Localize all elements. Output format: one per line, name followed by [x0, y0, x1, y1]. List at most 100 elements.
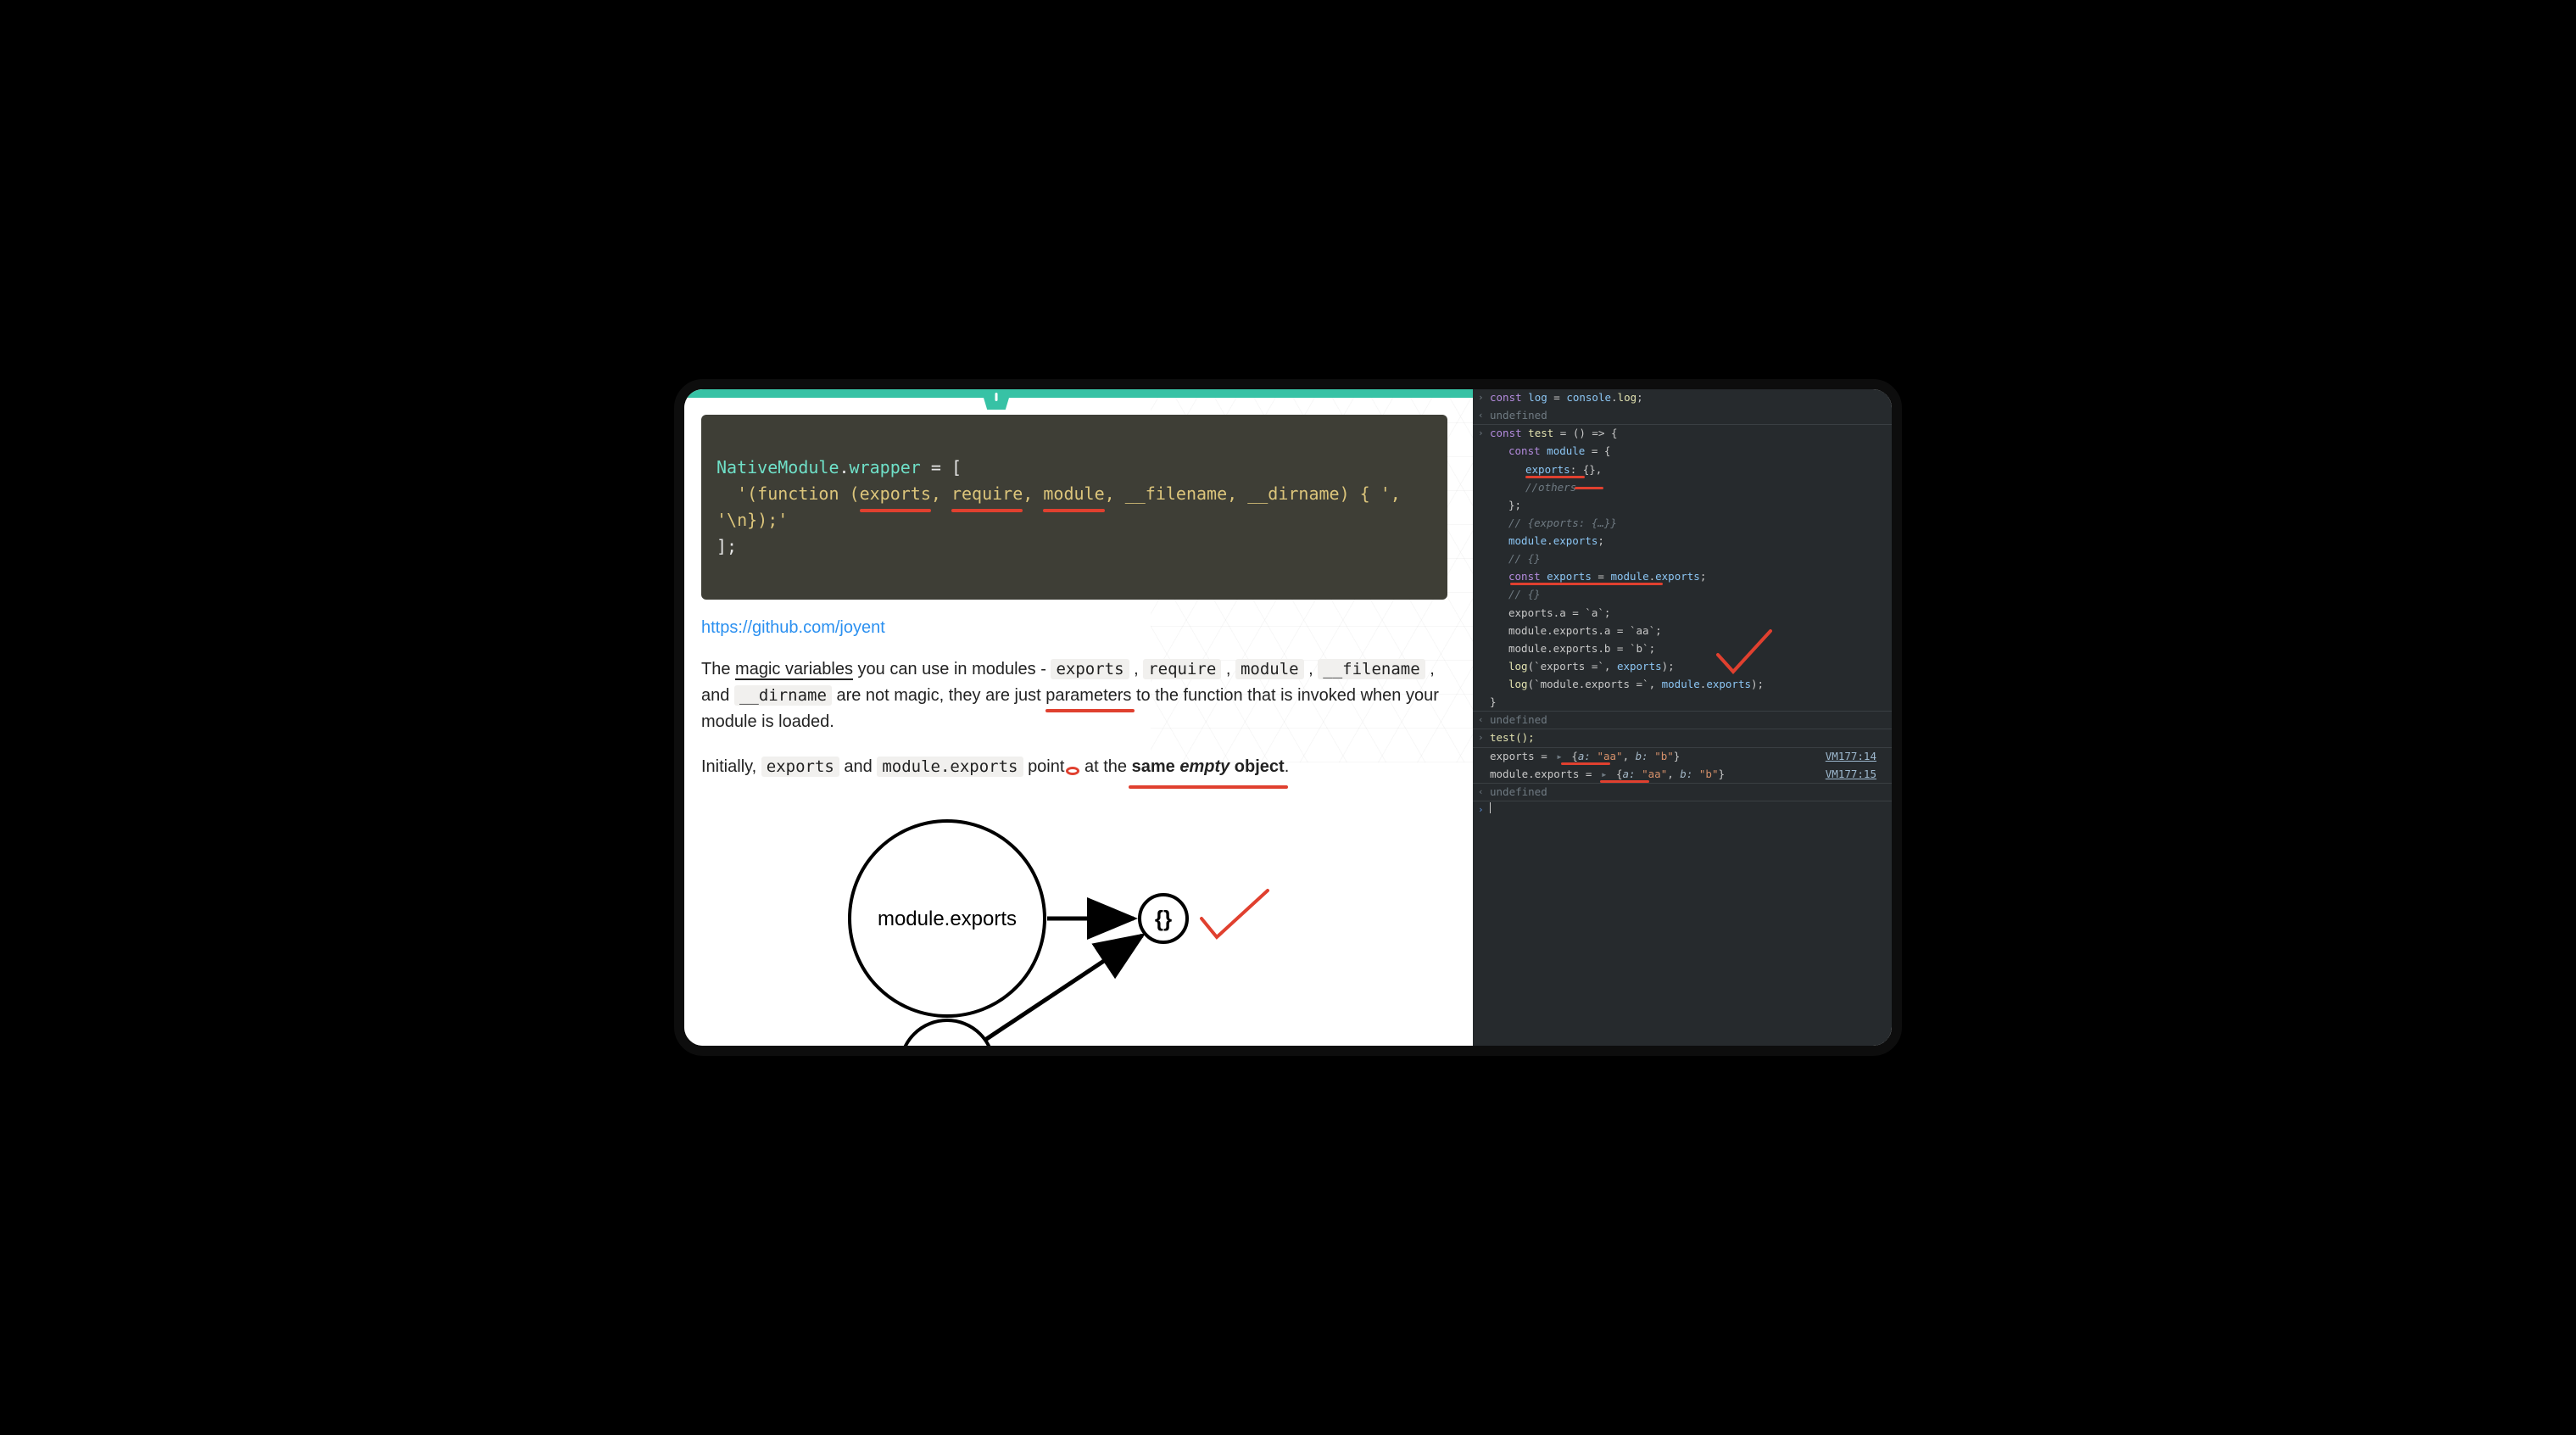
- console-input-line: exports.a = `a`;: [1473, 605, 1892, 623]
- code-chip: require: [1143, 659, 1221, 679]
- tok: .: [1547, 534, 1553, 547]
- object-preview[interactable]: {a: "aa", b: "b"}: [1571, 750, 1680, 762]
- console-input-line: log(`exports =`, exports);: [1473, 658, 1892, 676]
- article-scroll[interactable]: NativeModule.wrapper = [ '(function (exp…: [684, 398, 1473, 1046]
- tok: }: [1490, 695, 1497, 708]
- vm-source-link[interactable]: VM177:14: [1826, 749, 1876, 764]
- code-token: ) { ',: [1340, 483, 1401, 504]
- emphasis-text: same empty object: [1132, 754, 1285, 780]
- code-chip: __dirname: [734, 685, 832, 706]
- devtools-console[interactable]: › const log = console.log; ‹ undefined ›…: [1473, 389, 1892, 1046]
- tok: exports: [1553, 534, 1598, 547]
- underlined-text: magic variables: [735, 660, 853, 680]
- text: at the: [1084, 757, 1132, 776]
- tok: log: [1618, 391, 1637, 404]
- code-token: NativeModule: [716, 457, 839, 477]
- chevron-left-icon: ‹: [1478, 713, 1484, 727]
- red-underline-annotation-icon: [1575, 487, 1603, 489]
- console-input-line: // {}: [1473, 586, 1892, 604]
- tok: exports.a = `a`;: [1508, 606, 1610, 619]
- tok: module: [1547, 444, 1585, 457]
- code-token: ,: [1023, 483, 1043, 504]
- console-output-line: ‹ undefined: [1473, 784, 1892, 801]
- red-underline-annotation-icon: [1561, 762, 1610, 765]
- text: same: [1132, 757, 1180, 776]
- device-frame: NativeModule.wrapper = [ '(function (exp…: [674, 379, 1902, 1056]
- undefined-value: undefined: [1490, 785, 1547, 798]
- diagram-label-empty-object: {}: [1155, 906, 1172, 931]
- console-input-line: module.exports.b = `b`;: [1473, 640, 1892, 658]
- code-token: ,: [1105, 483, 1125, 504]
- console-log-line: VM177:14 exports = ▸ {a: "aa", b: "b"}: [1473, 748, 1892, 766]
- code-token: = [: [921, 457, 962, 477]
- paragraph-2: Initially, exports and module.exports po…: [701, 754, 1447, 780]
- code-token: '\n});': [716, 510, 788, 530]
- log-label: exports =: [1490, 750, 1553, 762]
- tok: };: [1508, 499, 1521, 511]
- object-preview[interactable]: {a: "aa", b: "b"}: [1616, 768, 1725, 780]
- chevron-right-icon: ›: [1478, 391, 1484, 405]
- tok: =: [1592, 570, 1611, 583]
- tok: );: [1662, 660, 1675, 673]
- tok: ;: [1597, 534, 1604, 547]
- red-underline-annotation-icon: [1600, 780, 1649, 783]
- code-token: ,: [1227, 483, 1247, 504]
- tok: const: [1490, 391, 1522, 404]
- code-token: __filename: [1125, 483, 1227, 504]
- tok: const: [1490, 427, 1522, 439]
- text: empty: [1179, 757, 1229, 776]
- tok: (`exports =`,: [1528, 660, 1617, 673]
- text: and: [844, 757, 877, 776]
- tok: test: [1528, 427, 1553, 439]
- code-chip: __filename: [1318, 659, 1425, 679]
- tok: exports: [1547, 570, 1592, 583]
- tok: // {}: [1508, 552, 1541, 565]
- console-log-line: VM177:15 module.exports = ▸ {a: "aa", b:…: [1473, 766, 1892, 784]
- code-chip: module: [1235, 659, 1304, 679]
- tok: .: [1611, 391, 1618, 404]
- code-chip: exports: [1051, 659, 1129, 679]
- text: are not magic, they are just: [836, 686, 1045, 705]
- chevron-left-icon: ‹: [1478, 785, 1484, 799]
- console-input-line: log(`module.exports =`, module.exports);: [1473, 676, 1892, 694]
- tok: : {},: [1570, 463, 1603, 476]
- vm-source-link[interactable]: VM177:15: [1826, 767, 1876, 782]
- console-input-line: // {}: [1473, 550, 1892, 568]
- console-input-line: const exports = module.exports;: [1473, 568, 1892, 586]
- chevron-right-icon: ›: [1478, 803, 1484, 817]
- triangle-right-icon[interactable]: ▸: [1601, 768, 1608, 780]
- code-token: exports: [860, 481, 931, 507]
- console-input-line: › test();: [1473, 729, 1892, 747]
- top-accent-bar: [684, 389, 1473, 398]
- code-token: .: [839, 457, 850, 477]
- console-input-line: module.exports.a = `aa`;: [1473, 623, 1892, 640]
- red-underline-annotation-icon: [1525, 476, 1585, 478]
- code-chip: exports: [761, 757, 839, 777]
- paragraph-1: The magic variables you can use in modul…: [701, 656, 1447, 735]
- triangle-right-icon[interactable]: ▸: [1556, 750, 1563, 762]
- tok: // {exports: {…}}: [1508, 516, 1617, 529]
- tok: exports: [1525, 463, 1570, 476]
- tok: const: [1508, 444, 1541, 457]
- code-token: __dirname: [1247, 483, 1339, 504]
- diagram-label-module-exports: module.exports: [878, 907, 1017, 930]
- article-pane: NativeModule.wrapper = [ '(function (exp…: [684, 389, 1473, 1046]
- red-check-icon: [1202, 891, 1268, 937]
- tok: //others: [1525, 481, 1576, 494]
- console-input-line: // {exports: {…}}: [1473, 515, 1892, 533]
- source-link[interactable]: https://github.com/joyent: [701, 618, 885, 637]
- code-token: require: [951, 481, 1023, 507]
- tok: module: [1610, 570, 1648, 583]
- text-cursor-icon: [1490, 802, 1491, 813]
- console-input-line: }: [1473, 694, 1892, 712]
- tok: module.exports.a = `aa`;: [1508, 624, 1662, 637]
- code-chip: module.exports: [877, 757, 1023, 777]
- tok: ;: [1700, 570, 1707, 583]
- tok: module.exports.b = `b`;: [1508, 642, 1655, 655]
- tok: // {}: [1508, 588, 1541, 600]
- text: .: [1285, 757, 1290, 776]
- code-token: wrapper: [850, 457, 921, 477]
- text: you can use in modules -: [853, 660, 1051, 678]
- console-input-line: //others: [1473, 479, 1892, 497]
- console-prompt[interactable]: ›: [1473, 801, 1892, 819]
